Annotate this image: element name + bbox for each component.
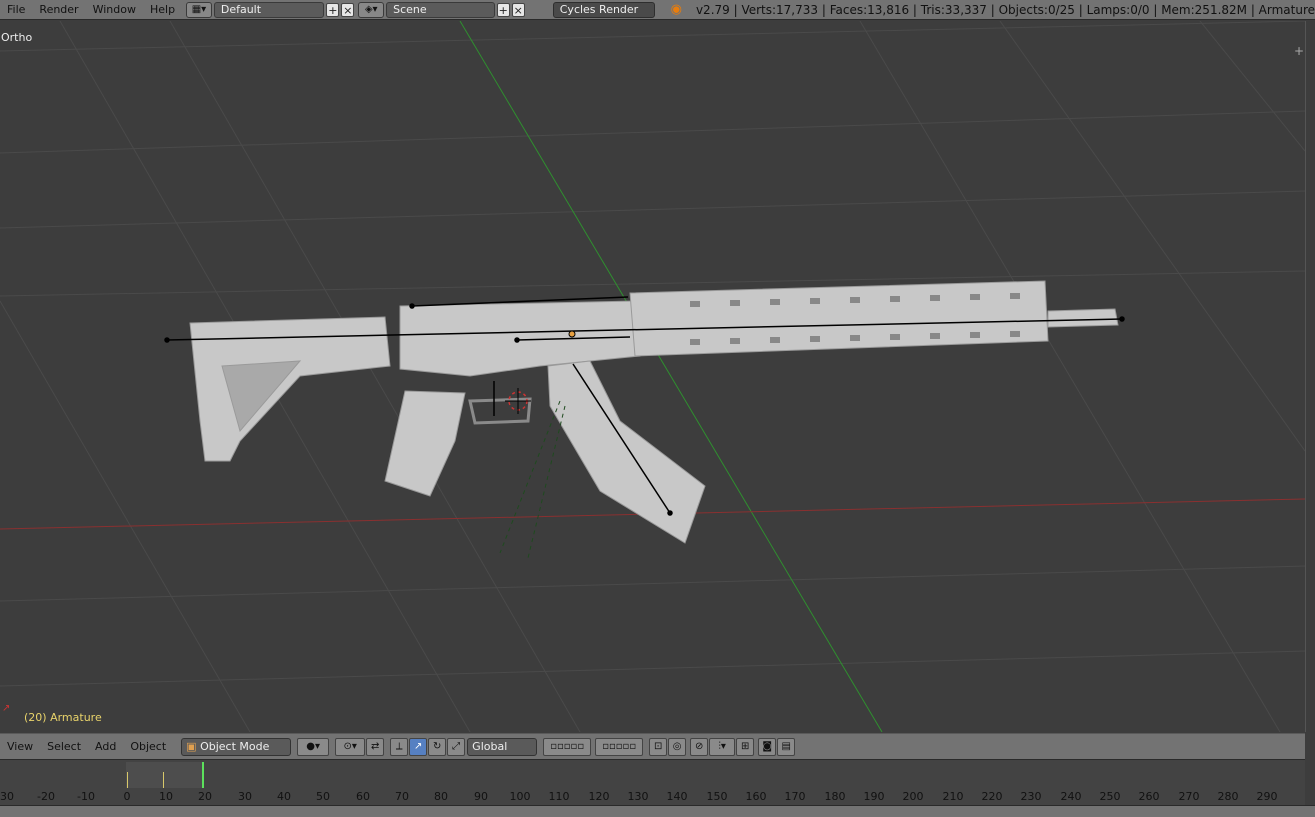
keyframe-marker (127, 772, 128, 788)
add-layout-icon[interactable]: + (326, 2, 340, 17)
frame-tick: -20 (37, 790, 55, 803)
current-frame-marker[interactable] (202, 762, 204, 788)
3d-view-header: View Select Add Object ▣ Object Mode ●▾ … (0, 733, 1305, 759)
frame-tick: 160 (745, 790, 767, 803)
scene-field[interactable]: Scene (386, 1, 495, 18)
scene-selector-icon[interactable]: ◈▾ (358, 1, 385, 18)
frame-tick: 30 (238, 790, 252, 803)
frame-tick: 220 (981, 790, 1003, 803)
opengl-animation-icon[interactable]: ▤ (777, 737, 796, 756)
menu-render[interactable]: Render (32, 0, 85, 20)
frame-tick: 180 (824, 790, 846, 803)
transform-orientation-dropdown[interactable]: Global (467, 737, 538, 756)
blender-logo-icon: ◉ (670, 2, 682, 17)
render-engine-dropdown[interactable]: Cycles Render (552, 1, 655, 18)
menu-window[interactable]: Window (86, 0, 143, 20)
viewport-canvas: + ↗ (0, 21, 1305, 732)
frame-tick: 170 (784, 790, 806, 803)
frame-tick: 260 (1138, 790, 1160, 803)
frame-tick: 110 (548, 790, 570, 803)
menu-help[interactable]: Help (143, 0, 182, 20)
active-object-label: (20) Armature (24, 711, 102, 724)
transform-manipulator-icon[interactable]: ⟂ (390, 737, 409, 756)
scale-manipulator-icon[interactable]: ⤢ (447, 737, 466, 756)
frame-tick: 270 (1178, 790, 1200, 803)
relationship-lines (499, 400, 566, 559)
frame-tick: 200 (902, 790, 924, 803)
frame-ruler: 30 -20 -10 0 10 20 30 40 50 60 70 80 90 … (0, 788, 1305, 804)
manipulator-toggle-icon[interactable]: ⇄ (366, 737, 385, 756)
frame-tick: 50 (316, 790, 330, 803)
frame-tick: 140 (666, 790, 688, 803)
frame-tick: 190 (863, 790, 885, 803)
screen-layout-icon[interactable]: ▦▾ (186, 1, 212, 18)
scene-layers-row-1[interactable]: ▫▫▫▫▫ (543, 737, 592, 756)
frame-tick: 230 (1020, 790, 1042, 803)
3d-cursor-icon[interactable] (505, 388, 531, 414)
frame-tick: 240 (1060, 790, 1082, 803)
timeline-header (0, 805, 1315, 817)
viewport-shading-dropdown[interactable]: ●▾ (297, 737, 330, 756)
frame-tick: 60 (356, 790, 370, 803)
frame-tick: 10 (159, 790, 173, 803)
frame-tick: 90 (474, 790, 488, 803)
keyframe-area (126, 762, 204, 788)
opengl-render-icon[interactable]: ◙ (758, 737, 777, 756)
frame-tick: 0 (123, 790, 131, 803)
interaction-mode-dropdown[interactable]: ▣ Object Mode (181, 737, 292, 756)
viewport-axis-gizmo-icon: ↗ (2, 703, 10, 714)
frame-tick: 250 (1099, 790, 1121, 803)
menu-file[interactable]: File (0, 0, 32, 20)
info-header: File Render Window Help ▦▾ Default + × ◈… (0, 0, 1315, 20)
frame-tick: -10 (77, 790, 95, 803)
scene-layers-row-2[interactable]: ▫▫▫▫▫ (595, 737, 644, 756)
snap-target-icon[interactable]: ⊞ (736, 737, 755, 756)
frame-tick: 100 (509, 790, 531, 803)
timeline[interactable]: 30 -20 -10 0 10 20 30 40 50 60 70 80 90 … (0, 759, 1305, 806)
frame-tick: 210 (942, 790, 964, 803)
3d-viewport[interactable]: + ↗ Ortho (20) Armature (0, 21, 1305, 732)
cube-icon: ▣ (186, 739, 197, 753)
frame-tick: 30 (0, 790, 14, 803)
frame-tick: 150 (706, 790, 728, 803)
snap-toggle-icon[interactable]: ⊘ (690, 737, 709, 756)
y-axis-line (459, 21, 883, 732)
frame-tick: 40 (277, 790, 291, 803)
screen-layout-field[interactable]: Default (213, 1, 325, 18)
view-projection-label: Ortho (1, 31, 33, 44)
snap-element-dropdown[interactable]: ⫶▾ (709, 737, 736, 756)
mode-label: Object Mode (200, 739, 270, 753)
rifle-model[interactable] (189, 280, 1119, 544)
menu-add[interactable]: Add (88, 740, 123, 753)
viewport-edge-strip[interactable] (1305, 21, 1315, 732)
keyframe-marker (163, 772, 164, 788)
frame-tick: 290 (1256, 790, 1278, 803)
frame-tick: 80 (434, 790, 448, 803)
frame-tick: 20 (198, 790, 212, 803)
frame-tick: 120 (588, 790, 610, 803)
frame-tick: 130 (627, 790, 649, 803)
remove-scene-icon[interactable]: × (511, 2, 525, 17)
remove-layout-icon[interactable]: × (341, 2, 355, 17)
menu-view[interactable]: View (0, 740, 40, 753)
menu-object[interactable]: Object (123, 740, 173, 753)
translate-manipulator-icon[interactable]: ↗ (409, 737, 428, 756)
properties-toggle-icon[interactable]: + (1294, 44, 1304, 58)
scene-stats: v2.79 | Verts:17,733 | Faces:13,816 | Tr… (695, 2, 1315, 17)
object-origin-icon (568, 330, 576, 338)
proportional-edit-icon[interactable]: ◎ (668, 737, 687, 756)
menu-select[interactable]: Select (40, 740, 88, 753)
rotate-manipulator-icon[interactable]: ↻ (428, 737, 447, 756)
frame-tick: 70 (395, 790, 409, 803)
pivot-point-dropdown[interactable]: ⊙▾ (335, 737, 366, 756)
frame-tick: 280 (1217, 790, 1239, 803)
add-scene-icon[interactable]: + (496, 2, 510, 17)
lock-layers-icon[interactable]: ⊡ (649, 737, 668, 756)
